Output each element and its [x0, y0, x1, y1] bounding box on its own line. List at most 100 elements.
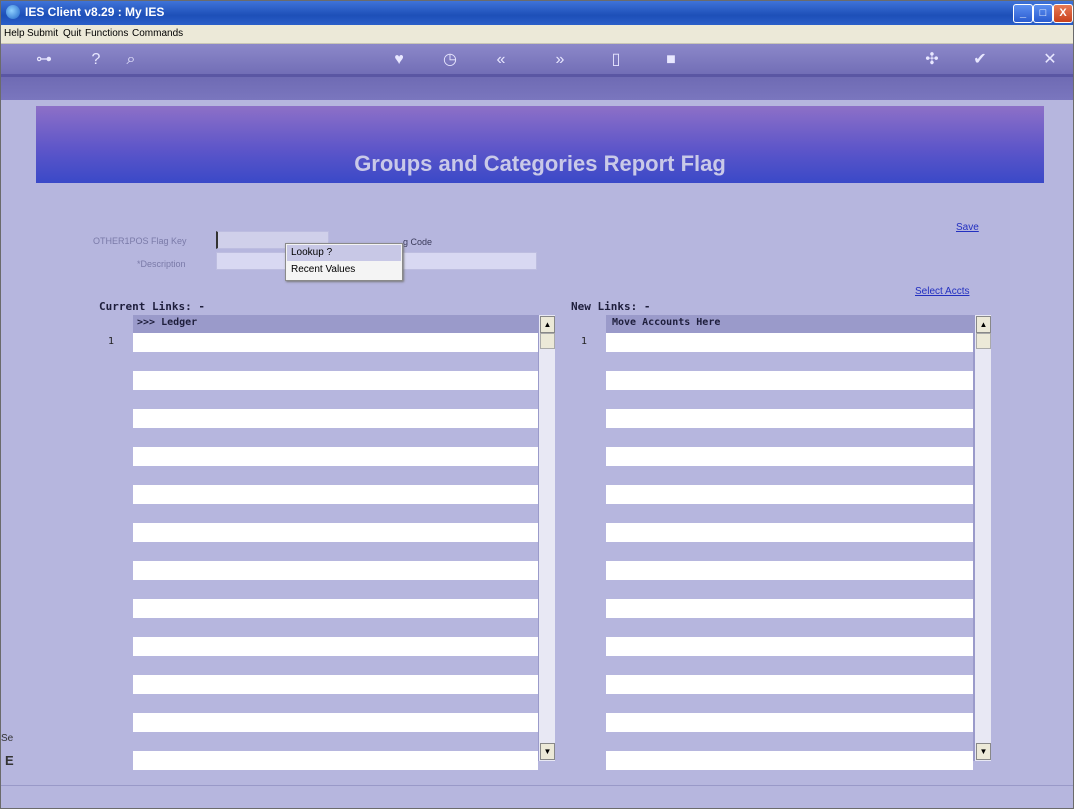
- table-row[interactable]: [606, 333, 973, 352]
- scroll-thumb[interactable]: [540, 333, 555, 349]
- ok-icon[interactable]: ✔: [967, 49, 993, 71]
- forward-icon[interactable]: »: [547, 49, 573, 71]
- table-row[interactable]: [606, 542, 973, 561]
- refresh-icon[interactable]: ✣: [919, 49, 945, 71]
- scroll-down-icon[interactable]: ▼: [976, 743, 991, 760]
- table-row[interactable]: [606, 466, 973, 485]
- page-title: Groups and Categories Report Flag: [354, 151, 726, 176]
- minimize-button[interactable]: _: [1013, 4, 1033, 23]
- recent-values-menu-item[interactable]: Recent Values: [287, 262, 401, 278]
- menu-commands[interactable]: Commands: [132, 28, 183, 39]
- description-label: *Description: [137, 259, 186, 269]
- table-row[interactable]: [606, 409, 973, 428]
- table-row[interactable]: [133, 542, 538, 561]
- table-row[interactable]: [133, 504, 538, 523]
- close-window-button[interactable]: X: [1053, 4, 1073, 23]
- table-row[interactable]: [133, 428, 538, 447]
- search-icon[interactable]: ⌕: [118, 49, 144, 71]
- table-row[interactable]: [606, 751, 973, 770]
- clock-icon[interactable]: ◷: [437, 49, 463, 71]
- table-row[interactable]: [606, 371, 973, 390]
- save-link[interactable]: Save: [956, 222, 979, 233]
- table-row[interactable]: [133, 409, 538, 428]
- table-row[interactable]: [606, 656, 973, 675]
- table-row[interactable]: [606, 618, 973, 637]
- table-row[interactable]: [606, 504, 973, 523]
- lookup-popup-menu: Lookup ? Recent Values: [285, 243, 403, 281]
- table-row[interactable]: [606, 428, 973, 447]
- current-links-title: Current Links: -: [99, 300, 205, 313]
- table-row[interactable]: [133, 713, 538, 732]
- table-row[interactable]: [133, 732, 538, 751]
- row-number: 1: [108, 336, 115, 347]
- table-row[interactable]: [133, 447, 538, 466]
- table-row[interactable]: [133, 580, 538, 599]
- row-gutter: [573, 315, 606, 761]
- table-row[interactable]: [133, 561, 538, 580]
- table-row[interactable]: [606, 675, 973, 694]
- table-row[interactable]: [133, 637, 538, 656]
- vertical-scrollbar[interactable]: ▲ ▼: [974, 315, 991, 761]
- close-icon[interactable]: ✕: [1037, 49, 1063, 71]
- title-bar[interactable]: IES Client v8.29 : My IES _ □ X: [1, 1, 1073, 25]
- table-row[interactable]: [133, 352, 538, 371]
- move-accounts-column-header: Move Accounts Here: [612, 317, 721, 328]
- table-row[interactable]: [606, 599, 973, 618]
- table-row[interactable]: [133, 675, 538, 694]
- menu-functions[interactable]: Functions: [85, 28, 128, 39]
- scroll-down-icon[interactable]: ▼: [540, 743, 555, 760]
- scroll-up-icon[interactable]: ▲: [976, 316, 991, 333]
- table-row[interactable]: [606, 713, 973, 732]
- table-row[interactable]: [133, 390, 538, 409]
- table-row[interactable]: [606, 352, 973, 371]
- new-links-grid: Move Accounts Here 1 ▲ ▼: [573, 315, 991, 770]
- row-gutter: [100, 315, 133, 761]
- table-row[interactable]: [606, 390, 973, 409]
- vertical-scrollbar[interactable]: ▲ ▼: [538, 315, 555, 761]
- scroll-thumb[interactable]: [976, 333, 991, 349]
- table-row[interactable]: [133, 371, 538, 390]
- print-icon[interactable]: ▯: [603, 49, 629, 71]
- select-accts-link[interactable]: Select Accts: [915, 286, 969, 297]
- current-links-rows: [133, 333, 538, 770]
- toolbar: ⊶ ? ⌕ ♥ ◷ « » ▯ ■ ✣ ✔ ✕: [1, 44, 1073, 100]
- table-row[interactable]: [606, 637, 973, 656]
- table-row[interactable]: [606, 694, 973, 713]
- table-row[interactable]: [133, 485, 538, 504]
- status-bar: [1, 785, 1073, 808]
- help-icon[interactable]: ?: [83, 49, 109, 71]
- table-row[interactable]: [133, 618, 538, 637]
- maximize-button[interactable]: □: [1033, 4, 1053, 23]
- table-row[interactable]: [133, 656, 538, 675]
- lookup-menu-item[interactable]: Lookup ?: [287, 245, 401, 261]
- heart-icon[interactable]: ♥: [386, 49, 412, 71]
- window-title: IES Client v8.29 : My IES: [25, 5, 165, 19]
- table-row[interactable]: [606, 561, 973, 580]
- key-icon[interactable]: ⊶: [31, 49, 57, 71]
- toolbar-divider: [1, 74, 1073, 77]
- table-row[interactable]: [606, 447, 973, 466]
- side-panel-text: Se: [1, 733, 14, 744]
- menu-bar: Help Submit Quit Functions Commands: [1, 25, 1073, 44]
- ledger-column-header: >>> Ledger: [137, 317, 198, 328]
- app-icon: [6, 5, 20, 19]
- new-links-title: New Links: -: [571, 300, 651, 313]
- table-row[interactable]: [606, 523, 973, 542]
- table-row[interactable]: [133, 466, 538, 485]
- back-icon[interactable]: «: [488, 49, 514, 71]
- table-row[interactable]: [133, 751, 538, 770]
- scroll-up-icon[interactable]: ▲: [540, 316, 555, 333]
- menu-quit[interactable]: Quit: [63, 28, 81, 39]
- table-row[interactable]: [606, 485, 973, 504]
- table-row[interactable]: [133, 333, 538, 352]
- table-row[interactable]: [606, 732, 973, 751]
- table-row[interactable]: [606, 580, 973, 599]
- stop-icon[interactable]: ■: [658, 49, 684, 71]
- table-row[interactable]: [133, 694, 538, 713]
- page-header: Groups and Categories Report Flag: [36, 106, 1044, 183]
- menu-help[interactable]: Help: [4, 28, 25, 39]
- menu-submit[interactable]: Submit: [27, 28, 58, 39]
- side-panel-glyph: E: [5, 753, 14, 768]
- table-row[interactable]: [133, 599, 538, 618]
- table-row[interactable]: [133, 523, 538, 542]
